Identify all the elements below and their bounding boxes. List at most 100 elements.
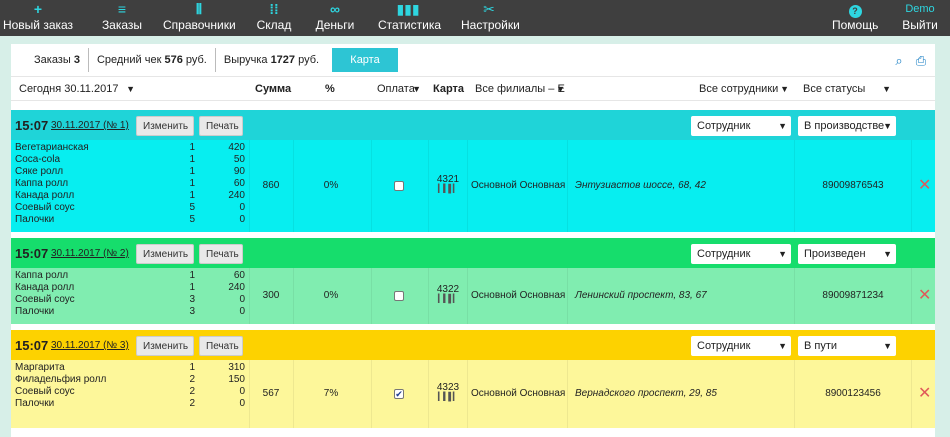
item-name: Палочки [15, 306, 55, 317]
order-address: Вернадского проспект, 29, 85 [575, 388, 717, 399]
order-body: Вегетарианская 1 420 Coca-cola 1 50 Сяке ролл 1… [11, 140, 935, 232]
nav-directories[interactable]: ⦀ Справочники [163, 0, 236, 36]
column-divider [293, 268, 294, 324]
column-divider [371, 268, 372, 324]
print-button[interactable]: Печать [199, 336, 243, 356]
nav-settings[interactable]: ✂ Настройки [461, 0, 520, 36]
item-qty: 2 [189, 398, 195, 409]
item-name: Вегетарианская [15, 142, 89, 153]
order-item-row: Палочки 5 0 [15, 214, 255, 226]
employee-filter[interactable]: Все сотрудники ▼ [695, 79, 793, 99]
filter-row: Сегодня 30.11.2017 ▼ Сумма % Оплата ▼ Карт… [11, 76, 935, 101]
order-body: Маргарита 1 310 Филадельфия ролл 2 150 Соевый … [11, 360, 935, 428]
nav-orders[interactable]: ≡ Заказы [98, 0, 146, 36]
order-phone: 89009876543 [822, 180, 884, 191]
nav-new-order[interactable]: + Новый заказ [2, 0, 74, 36]
summary-bar: Заказы 3 Средний чек 576 руб. Выручка 1727… [26, 48, 327, 72]
column-divider [293, 360, 294, 428]
print-button[interactable]: Печать [199, 116, 243, 136]
order-items: Маргарита 1 310 Филадельфия ролл 2 150 Соевый … [15, 362, 255, 410]
delete-icon[interactable]: ✕ [918, 288, 931, 304]
nav-money[interactable]: ∞ Деньги [313, 0, 357, 36]
order-item-row: Coca-cola 1 50 [15, 154, 255, 166]
order-address: Ленинский проспект, 83, 67 [575, 290, 707, 301]
item-qty: 5 [189, 202, 195, 213]
status-select[interactable]: В пути ▼ [798, 336, 896, 356]
chevron-down-icon: ▼ [883, 249, 892, 259]
paid-checkbox[interactable] [394, 291, 404, 301]
stats-icon[interactable]: ▎▍▌▎ [428, 393, 468, 401]
order-date-link[interactable]: 30.11.2017 (№ 2) [51, 248, 129, 259]
orders-count: Заказы 3 [26, 48, 89, 72]
chevron-down-icon: ▼ [778, 121, 787, 131]
order-items: Вегетарианская 1 420 Coca-cola 1 50 Сяке ролл 1… [15, 142, 255, 226]
employee-select[interactable]: Сотрудник ▼ [691, 336, 791, 356]
item-qty: 1 [189, 142, 195, 153]
card-header: Карта [433, 83, 465, 95]
item-qty: 5 [189, 214, 195, 225]
order-block: 15:07 30.11.2017 (№ 2) Изменить Печать Сотру… [11, 238, 935, 324]
column-divider [911, 140, 912, 232]
item-name: Палочки [15, 214, 55, 225]
order-sum: 567 [262, 388, 280, 399]
delete-icon[interactable]: ✕ [918, 386, 931, 402]
item-name: Канада ролл [15, 190, 75, 201]
column-divider [567, 360, 568, 428]
plus-icon: + [33, 1, 43, 17]
item-price: 240 [228, 282, 245, 293]
edit-button[interactable]: Изменить [136, 336, 194, 356]
search-icon[interactable]: ⌕ [892, 54, 906, 68]
nav-logout[interactable]: Demo Выйти [900, 0, 940, 36]
map-button[interactable]: Карта [332, 48, 398, 72]
item-price: 90 [233, 166, 245, 177]
print-icon[interactable]: ⎙ [914, 54, 928, 68]
item-qty: 1 [189, 190, 195, 201]
order-item-row: Маргарита 1 310 [15, 362, 255, 374]
item-qty: 1 [189, 270, 195, 281]
item-qty: 1 [189, 178, 195, 189]
help-icon: ? [832, 0, 878, 18]
nav-statistics[interactable]: ▮▮▮ Статистика [378, 0, 441, 36]
status-filter[interactable]: Все статусы ▼ [799, 79, 895, 99]
order-item-row: Филадельфия ролл 2 150 [15, 374, 255, 386]
paid-checkbox[interactable] [394, 181, 404, 191]
sum-header: Сумма [255, 83, 292, 95]
item-name: Филадельфия ролл [15, 374, 107, 385]
item-qty: 3 [189, 294, 195, 305]
date-filter[interactable]: Сегодня 30.11.2017 ▼ [15, 79, 139, 99]
item-name: Маргарита [15, 362, 65, 373]
order-address: Энтузиастов шоссе, 68, 42 [575, 180, 706, 191]
nav-warehouse[interactable]: ⁞⁞ Склад [254, 0, 294, 36]
item-qty: 1 [189, 282, 195, 293]
order-item-row: Соевый соус 3 0 [15, 294, 255, 306]
payment-filter[interactable]: Оплата ▼ [373, 79, 425, 99]
employee-select[interactable]: Сотрудник ▼ [691, 116, 791, 136]
column-divider [911, 268, 912, 324]
money-icon: ∞ [330, 1, 340, 17]
item-name: Сяке ролл [15, 166, 64, 177]
stats-icon[interactable]: ▎▍▌▎ [428, 185, 468, 193]
order-body: Каппа ролл 1 60 Канада ролл 1 240 Соевый соус 3… [11, 268, 935, 324]
average-check: Средний чек 576 руб. [89, 48, 216, 72]
order-date-link[interactable]: 30.11.2017 (№ 3) [51, 340, 129, 351]
edit-button[interactable]: Изменить [136, 244, 194, 264]
stats-icon[interactable]: ▎▍▌▎ [428, 295, 468, 303]
order-date-link[interactable]: 30.11.2017 (№ 1) [51, 120, 129, 131]
order-item-row: Соевый соус 2 0 [15, 386, 255, 398]
delete-icon[interactable]: ✕ [918, 178, 931, 194]
item-name: Канада ролл [15, 282, 75, 293]
status-select[interactable]: Произведен ▼ [798, 244, 896, 264]
branch-filter[interactable]: Все филиалы – Е ▼ [471, 79, 569, 99]
menu-icon: ≡ [117, 1, 127, 17]
paid-checkbox[interactable]: ✔ [394, 389, 404, 399]
edit-button[interactable]: Изменить [136, 116, 194, 136]
status-select[interactable]: В производстве ▼ [798, 116, 896, 136]
nav-help[interactable]: ? Помощь [832, 0, 878, 36]
percent-header: % [325, 83, 335, 95]
employee-select[interactable]: Сотрудник ▼ [691, 244, 791, 264]
item-name: Соевый соус [15, 386, 75, 397]
order-sum: 860 [262, 180, 280, 191]
order-branch: Основной Основная [471, 180, 566, 191]
print-button[interactable]: Печать [199, 244, 243, 264]
item-name: Палочки [15, 398, 55, 409]
